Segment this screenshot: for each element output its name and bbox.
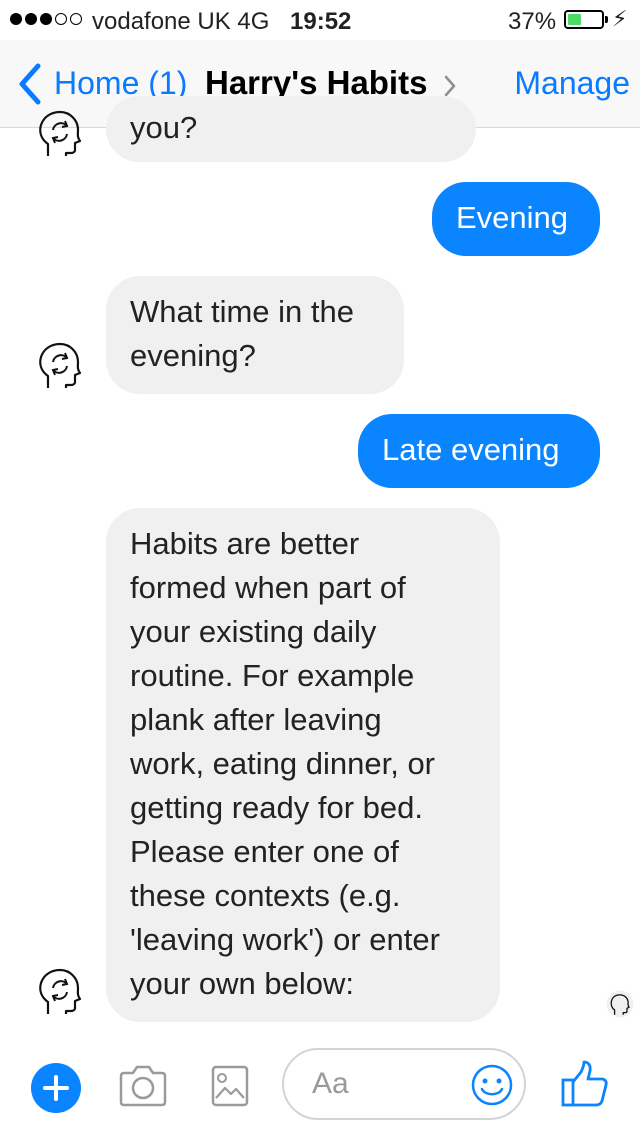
- image-icon[interactable]: [210, 1064, 250, 1108]
- bot-message: Habits are better formed when part of yo…: [106, 508, 500, 1022]
- bot-avatar-icon: [39, 342, 82, 388]
- message-composer: Aa: [0, 1026, 640, 1136]
- carrier-label: vodafone UK 4G: [92, 8, 270, 35]
- bot-message: What time in the evening?: [106, 276, 404, 394]
- read-receipt-icon: [606, 990, 634, 1018]
- battery-percentage: 37%: [508, 8, 557, 35]
- manage-button[interactable]: Manage: [514, 65, 630, 102]
- signal-strength-icon: [10, 13, 82, 25]
- emoji-icon[interactable]: [470, 1063, 514, 1107]
- camera-icon[interactable]: [118, 1064, 168, 1108]
- bot-message: you?: [106, 96, 476, 162]
- message-input-placeholder: Aa: [312, 1067, 349, 1100]
- chevron-right-icon[interactable]: [443, 75, 457, 97]
- thumbs-up-icon[interactable]: [560, 1060, 610, 1108]
- user-message: Late evening: [358, 414, 600, 488]
- clock: 19:52: [290, 8, 352, 35]
- bot-avatar-icon: [39, 110, 82, 156]
- charging-icon: ⚡: [612, 6, 628, 31]
- user-message: Evening: [432, 182, 600, 256]
- battery-icon: [564, 10, 604, 29]
- chevron-left-icon[interactable]: [16, 62, 44, 106]
- bot-avatar-icon: [39, 968, 82, 1014]
- message-input[interactable]: Aa: [282, 1048, 526, 1120]
- plus-icon[interactable]: [31, 1063, 81, 1113]
- status-bar: vodafone UK 4G 19:52 37% ⚡: [0, 0, 640, 40]
